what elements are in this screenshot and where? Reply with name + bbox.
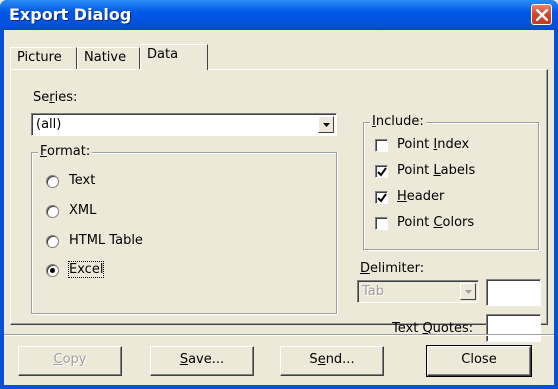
checkbox-header[interactable]	[375, 191, 388, 204]
include-group: Include: Point Index Point Labels Header…	[363, 114, 539, 250]
series-value: (all)	[36, 117, 62, 132]
title-bar[interactable]: Export Dialog	[0, 0, 558, 30]
delimiter-select[interactable]: Tab	[357, 280, 479, 303]
radio-html-table-label: HTML Table	[69, 233, 143, 248]
check-icon	[377, 193, 387, 203]
checkbox-header-label: Header	[397, 189, 445, 204]
series-select[interactable]: (all)	[31, 113, 337, 136]
checkbox-point-colors-label: Point Colors	[397, 215, 475, 230]
check-icon	[377, 167, 387, 177]
radio-text[interactable]	[46, 175, 59, 188]
radio-html-table[interactable]	[46, 235, 59, 248]
radio-excel-label: Excel	[67, 261, 105, 278]
delimiter-dropdown-button[interactable]	[460, 283, 476, 300]
chevron-down-icon	[465, 290, 472, 294]
checkbox-point-colors[interactable]	[375, 217, 388, 230]
checkbox-point-labels[interactable]	[375, 165, 388, 178]
export-dialog-window: Export Dialog Picture Native Data Series…	[0, 0, 558, 389]
copy-button[interactable]: Copy	[18, 346, 122, 376]
include-group-title: Include:	[370, 114, 426, 129]
delimiter-label: Delimiter:	[360, 261, 425, 276]
radio-xml[interactable]	[46, 205, 59, 218]
send-button[interactable]: Send...	[280, 346, 384, 376]
delimiter-value: Tab	[362, 284, 385, 299]
series-label: Series:	[33, 90, 78, 105]
radio-xml-label: XML	[69, 203, 97, 218]
save-button[interactable]: Save...	[150, 346, 254, 376]
tab-picture[interactable]: Picture	[10, 47, 77, 69]
data-tab-panel: Series: (all) Format: Text XML HTML Tabl…	[10, 69, 548, 342]
radio-text-label: Text	[69, 173, 96, 188]
dialog-client-area: Picture Native Data Series: (all) Format…	[4, 30, 554, 385]
tab-native[interactable]: Native	[77, 47, 140, 69]
checkbox-point-index[interactable]	[375, 139, 388, 152]
window-title: Export Dialog	[9, 5, 132, 24]
chevron-down-icon	[323, 123, 330, 127]
close-button[interactable]: Close	[426, 345, 532, 377]
series-dropdown-button[interactable]	[318, 116, 334, 133]
format-group: Format: Text XML HTML Table Excel	[31, 144, 337, 314]
checkbox-point-labels-label: Point Labels	[397, 163, 476, 178]
close-window-button[interactable]	[531, 4, 552, 25]
text-quotes-input[interactable]	[486, 314, 541, 342]
button-bar-separator	[4, 334, 554, 336]
tab-data[interactable]: Data	[140, 44, 208, 70]
format-group-title: Format:	[38, 144, 93, 159]
close-icon	[536, 9, 548, 21]
checkbox-point-index-label: Point Index	[397, 137, 470, 152]
radio-excel[interactable]	[46, 264, 59, 277]
custom-delimiter-input[interactable]	[486, 279, 541, 306]
